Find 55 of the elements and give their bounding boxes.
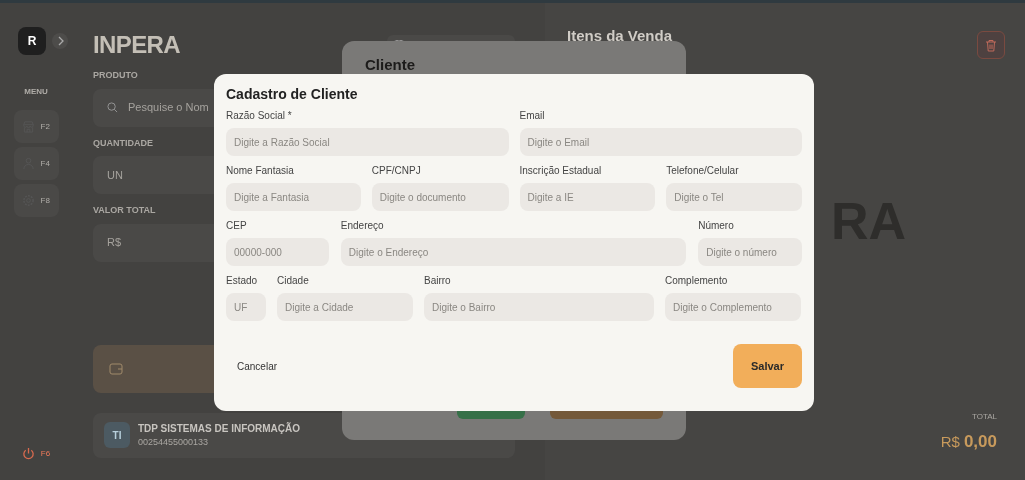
logout-button[interactable]: F6 bbox=[21, 447, 51, 460]
input-field[interactable]: Digite o número bbox=[698, 238, 802, 266]
field-label: VALOR TOTAL bbox=[93, 204, 156, 217]
menu-label: MENU bbox=[24, 86, 48, 98]
input-field[interactable]: Digite o Complemento bbox=[665, 293, 801, 321]
total-amount: R$ 0,00 bbox=[940, 430, 997, 453]
menu-item[interactable]: F2 bbox=[13, 110, 59, 143]
input-field[interactable]: UF bbox=[226, 293, 266, 321]
field-label: Endereço bbox=[340, 219, 385, 232]
user-avatar[interactable]: R bbox=[18, 27, 46, 55]
field-label: CEP bbox=[226, 219, 248, 232]
field-label: Nome Fantasia bbox=[226, 164, 295, 177]
field-label: CPF/CNPJ bbox=[371, 164, 422, 177]
chevron-right-icon[interactable] bbox=[52, 33, 68, 49]
input-field[interactable]: Digite a IE bbox=[519, 183, 656, 211]
input-field[interactable]: Digite a Razão Social bbox=[226, 128, 509, 156]
field-label: Bairro bbox=[424, 274, 452, 287]
shortcut-label: F2 bbox=[40, 120, 50, 133]
menu-item[interactable]: F8 bbox=[13, 184, 59, 217]
input-field[interactable]: Digite o Tel bbox=[666, 183, 802, 211]
shortcut-label: F6 bbox=[40, 447, 51, 460]
field-label: Email bbox=[519, 109, 546, 122]
search-icon bbox=[107, 102, 118, 113]
shortcut-label: F8 bbox=[40, 194, 50, 207]
trash-icon bbox=[985, 38, 997, 52]
input-field[interactable]: Digite a Cidade bbox=[277, 293, 413, 321]
total-label: TOTAL bbox=[971, 410, 997, 423]
customer-name: TDP SISTEMAS DE INFORMAÇÃO bbox=[138, 421, 301, 436]
field-label: Cidade bbox=[277, 274, 310, 287]
input-field[interactable]: Digite o Endereço bbox=[340, 238, 687, 266]
app-logo: INPERA bbox=[93, 30, 181, 60]
input-field[interactable]: Digite a Fantasia bbox=[226, 183, 361, 211]
field-label: Número bbox=[698, 219, 735, 232]
panel-title: Itens da Venda bbox=[567, 26, 673, 46]
input-field[interactable]: Digite o Bairro bbox=[424, 293, 654, 321]
input-field[interactable]: 00000-000 bbox=[226, 238, 329, 266]
menu-item[interactable]: F4 bbox=[13, 147, 59, 180]
field-label: Complemento bbox=[665, 274, 729, 287]
field-label: Telefone/Celular bbox=[666, 164, 740, 177]
field-label: Inscrição Estadual bbox=[519, 164, 603, 177]
input-field[interactable]: Digite o documento bbox=[371, 183, 509, 211]
field-label: Razão Social * bbox=[226, 109, 293, 122]
customer-document: 00254455000133 bbox=[138, 435, 210, 449]
save-button[interactable]: Salvar bbox=[733, 344, 802, 388]
power-icon bbox=[21, 447, 35, 460]
input-field[interactable]: Digite o Email bbox=[519, 128, 802, 156]
modal-title: Cadastro de Cliente bbox=[226, 85, 359, 103]
shortcut-label: F4 bbox=[40, 157, 50, 170]
field-label: PRODUTO bbox=[93, 69, 138, 82]
dialog-title: Cliente bbox=[365, 56, 415, 73]
field-label: Estado bbox=[226, 274, 259, 287]
cancel-button[interactable]: Cancelar bbox=[237, 358, 278, 374]
field-label: QUANTIDADE bbox=[93, 136, 153, 150]
customer-initials: TI bbox=[104, 422, 130, 448]
wallet-icon bbox=[109, 362, 123, 375]
